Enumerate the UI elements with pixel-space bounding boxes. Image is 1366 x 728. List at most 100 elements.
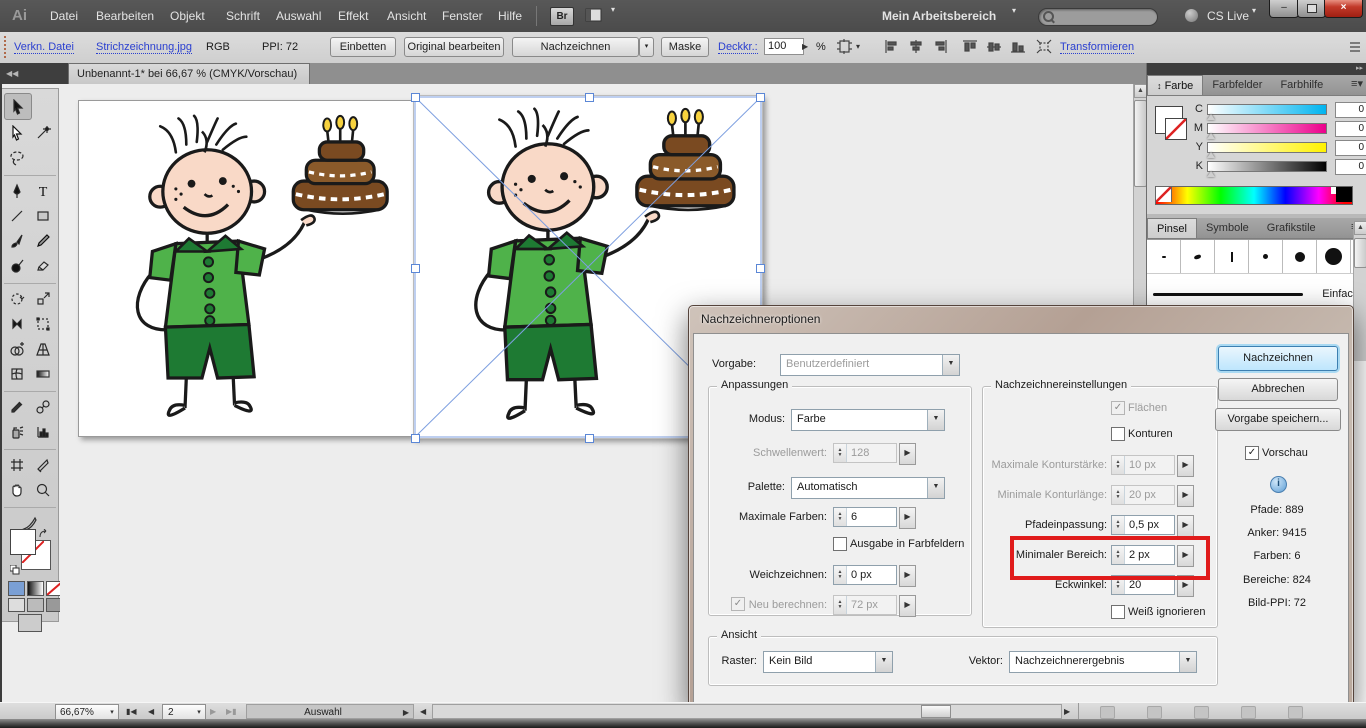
color-panel-menu-icon[interactable]: ≡▾	[1351, 75, 1366, 95]
lasso-tool[interactable]	[4, 145, 30, 170]
opacity-input[interactable]: 100	[764, 38, 804, 55]
hand-tool[interactable]	[4, 477, 30, 502]
pen-tool[interactable]	[4, 178, 30, 203]
minimize-button[interactable]: –	[1269, 0, 1299, 18]
arrange-documents-button[interactable]	[585, 8, 603, 26]
eraser-tool[interactable]	[30, 253, 56, 278]
mesh-tool[interactable]	[4, 361, 30, 386]
horizontal-scroll-thumb[interactable]	[921, 705, 951, 718]
pfadeinpassung-spinner[interactable]: ▲ ▼ 0,5 px ▶	[1111, 515, 1194, 537]
embed-button[interactable]: Einbetten	[330, 37, 396, 57]
blob-brush-tool[interactable]	[4, 253, 30, 278]
zoom-level-combo[interactable]: 66,67% ▾	[55, 704, 119, 720]
bridge-button[interactable]: Br	[550, 7, 574, 26]
slice-tool[interactable]	[30, 452, 56, 477]
color-spectrum-bar[interactable]	[1155, 186, 1353, 205]
trace-button[interactable]: Nachzeichnen	[512, 37, 639, 57]
scale-tool[interactable]	[30, 286, 56, 311]
mask-button[interactable]: Maske	[661, 37, 709, 57]
color-mode-button[interactable]	[8, 581, 25, 596]
fill-swatch[interactable]	[10, 529, 36, 555]
opacity-label[interactable]: Deckkr.:	[718, 41, 758, 54]
document-tab[interactable]: Unbenannt-1* bei 66,67 % (CMYK/Vorschau)…	[68, 63, 310, 103]
free-transform-tool[interactable]	[30, 311, 56, 336]
maxfarben-popup-icon[interactable]: ▶	[899, 507, 916, 529]
status-mode-combo[interactable]: Auswahl ▶	[246, 704, 414, 719]
tab-pinsel[interactable]: Pinsel	[1147, 218, 1197, 238]
panel-stroke-swatch[interactable]	[1165, 118, 1187, 140]
brush-item-3[interactable]	[1215, 240, 1249, 273]
weich-spin-icons[interactable]: ▲ ▼	[834, 566, 847, 584]
magenta-slider[interactable]	[1207, 123, 1327, 134]
menu-hilfe[interactable]: Hilfe	[494, 0, 526, 32]
opacity-popup[interactable]: ▶	[802, 39, 808, 54]
swap-fill-stroke-icon[interactable]	[38, 529, 50, 541]
workspace-switcher[interactable]: Mein Arbeitsbereich	[878, 0, 1000, 32]
selection-handle-sw[interactable]	[411, 434, 420, 443]
draw-behind-button[interactable]	[27, 598, 44, 612]
align-bottom-button[interactable]	[1010, 39, 1026, 57]
collapse-panels-left[interactable]: ◀◀	[0, 63, 68, 84]
cs-live-menu[interactable]: CS Live	[1203, 0, 1253, 32]
cyan-slider-handle[interactable]	[1207, 114, 1215, 120]
menu-schrift[interactable]: Schrift	[222, 0, 264, 32]
spectrum-none-swatch[interactable]	[1156, 187, 1172, 202]
tab-farbfelder[interactable]: Farbfelder	[1203, 75, 1271, 95]
expand-button[interactable]	[1036, 39, 1052, 57]
restore-button[interactable]	[1297, 0, 1326, 18]
pfad-popup-icon[interactable]: ▶	[1177, 515, 1194, 537]
brush-item-1[interactable]	[1147, 240, 1181, 273]
blend-tool[interactable]	[30, 394, 56, 419]
yellow-slider-handle[interactable]	[1207, 152, 1215, 158]
type-tool[interactable]: T	[30, 178, 56, 203]
align-middle-button[interactable]	[986, 39, 1002, 57]
brush-item-4[interactable]	[1249, 240, 1283, 273]
magenta-value[interactable]: 0	[1335, 121, 1366, 137]
gradient-tool[interactable]	[30, 361, 56, 386]
menu-ansicht[interactable]: Ansicht	[383, 0, 430, 32]
menu-objekt[interactable]: Objekt	[166, 0, 209, 32]
align-right-button[interactable]	[932, 39, 948, 57]
collapse-panels-right[interactable]: ▸▸	[1147, 63, 1366, 75]
next-artboard-button[interactable]: ▶	[210, 704, 216, 719]
horizontal-scrollbar[interactable]	[432, 704, 1062, 719]
black-slider[interactable]	[1207, 161, 1327, 172]
tab-farbe[interactable]: ↕ Farbe	[1147, 75, 1204, 95]
raster-select[interactable]: Kein Bild ▼	[763, 651, 893, 673]
arrange-documents-caret[interactable]: ▾	[607, 0, 619, 26]
selection-handle-n[interactable]	[585, 93, 594, 102]
artboard-number-combo[interactable]: 2 ▾	[162, 704, 206, 720]
abbrechen-button[interactable]: Abbrechen	[1218, 378, 1338, 401]
cyan-slider[interactable]	[1207, 104, 1327, 115]
selection-handle-e[interactable]	[756, 264, 765, 273]
maxfarben-spinner[interactable]: ▲ ▼ 6 ▶	[833, 507, 916, 529]
pfad-spin-icons[interactable]: ▲ ▼	[1112, 516, 1125, 534]
align-left-button[interactable]	[884, 39, 900, 57]
selection-handle-s[interactable]	[585, 434, 594, 443]
edit-original-button[interactable]: Original bearbeiten	[404, 37, 504, 57]
weich-popup-icon[interactable]: ▶	[899, 565, 916, 587]
pencil-tool[interactable]	[30, 228, 56, 253]
yellow-value[interactable]: 0	[1335, 140, 1366, 156]
weiss-ignorieren-checkbox[interactable]	[1111, 605, 1125, 619]
selection-handle-nw[interactable]	[411, 93, 420, 102]
black-value[interactable]: 0	[1335, 159, 1366, 175]
vorschau-checkbox[interactable]: ✓	[1245, 446, 1259, 460]
rotate-tool[interactable]	[4, 286, 30, 311]
vektor-select[interactable]: Nachzeichnerergebnis ▼	[1009, 651, 1197, 673]
width-tool[interactable]	[4, 311, 30, 336]
paintbrush-tool[interactable]	[4, 228, 30, 253]
search-input[interactable]	[1038, 8, 1158, 26]
brush-item-5[interactable]	[1283, 240, 1317, 273]
modus-select[interactable]: Farbe ▼	[791, 409, 945, 431]
reference-point-widget[interactable]	[836, 38, 854, 59]
selection-handle-w[interactable]	[411, 264, 420, 273]
palette-select[interactable]: Automatisch ▼	[791, 477, 945, 499]
eyedropper-tool[interactable]	[4, 394, 30, 419]
hscroll-right-arrow[interactable]: ▶	[1064, 704, 1070, 719]
brush-item-2[interactable]	[1181, 240, 1215, 273]
tab-symbole[interactable]: Symbole	[1197, 218, 1258, 238]
reference-caret[interactable]: ▾	[856, 39, 860, 54]
vorgabe-speichern-button[interactable]: Vorgabe speichern...	[1215, 408, 1341, 431]
menu-fenster[interactable]: Fenster	[438, 0, 487, 32]
